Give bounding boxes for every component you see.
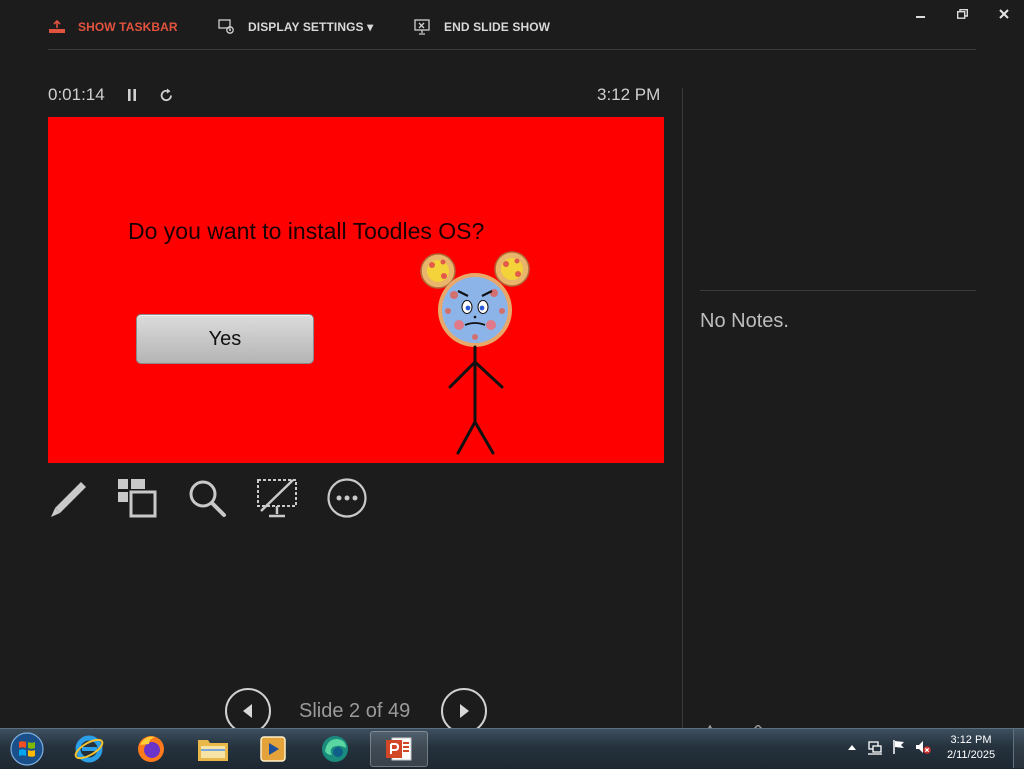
taskbar-internet-explorer[interactable] [60,731,118,767]
taskbar-media-player[interactable] [244,731,302,767]
display-settings-label: DISPLAY SETTINGS ▾ [248,20,374,34]
taskbar-edge[interactable] [306,731,364,767]
file-explorer-icon [198,740,228,761]
close-icon [999,9,1009,19]
more-options-icon [327,478,367,518]
show-taskbar-button[interactable]: SHOW TASKBAR [48,17,178,37]
restore-icon [956,9,968,19]
notes-font-size-controls[interactable] [704,720,764,734]
chevron-up-icon [848,745,856,750]
taskbar-clock[interactable]: 3:12 PM 2/11/2025 [936,733,1006,763]
restore-button[interactable] [951,5,973,23]
zoom-button[interactable] [186,477,228,519]
flag-icon [893,740,904,754]
see-all-slides-icon [118,479,157,518]
tray-volume[interactable] [915,739,931,755]
end-slide-show-label: END SLIDE SHOW [444,20,551,34]
notes-divider [700,290,976,291]
slide-question: Do you want to install Toodles OS? [128,218,485,244]
pen-icon [51,482,86,517]
toolbar-divider [48,49,976,50]
powerpoint-icon [386,737,412,761]
taskbar-powerpoint[interactable] [370,731,428,767]
tray-network[interactable] [867,739,883,755]
see-all-slides-button[interactable] [116,477,158,519]
show-desktop-button[interactable] [1013,729,1024,768]
taskbar-icon [48,20,66,34]
show-hidden-icons-button[interactable] [844,739,860,755]
black-screen-icon [257,479,297,518]
pane-splitter[interactable] [682,88,683,728]
elapsed-timer: 0:01:14 [48,85,105,104]
current-time: 3:12 PM [597,85,661,104]
start-button[interactable] [0,731,54,767]
tray-action-center[interactable] [891,739,907,755]
minimize-button[interactable] [910,5,932,23]
chevron-right-icon [460,704,469,718]
display-settings-button[interactable]: DISPLAY SETTINGS ▾ [218,17,373,37]
internet-explorer-icon [74,735,104,763]
pause-timer-button[interactable] [124,87,140,108]
chevron-left-icon [243,704,252,718]
speaker-notes: No Notes. [700,310,789,332]
edge-icon [322,736,348,762]
current-slide[interactable]: Do you want to install Toodles OS? Yes [48,117,664,463]
zoom-icon [189,480,226,517]
pause-icon [128,89,136,101]
slide-yes-button[interactable]: Yes [136,314,314,364]
restart-timer-button[interactable] [158,87,175,109]
slide-counter: Slide 2 of 49 [299,700,411,722]
start-orb-icon [10,732,44,766]
taskbar-firefox[interactable] [122,731,180,767]
media-player-icon [260,736,286,762]
taskbar-file-explorer[interactable] [184,731,242,767]
black-screen-button[interactable] [256,477,298,519]
minimize-icon [916,16,925,18]
taskbar-date: 2/11/2025 [946,749,996,761]
firefox-icon [138,736,164,762]
end-show-icon [414,19,432,35]
network-icon [868,741,882,755]
taskbar-time: 3:12 PM [950,734,992,746]
display-settings-icon [218,19,236,35]
stick-figure-character [420,251,530,455]
more-options-button[interactable] [326,477,368,519]
close-button[interactable] [993,5,1015,23]
restart-icon [160,88,172,102]
pen-tool-button[interactable] [47,477,89,519]
show-taskbar-label: SHOW TASKBAR [78,20,178,34]
end-slide-show-button[interactable]: END SLIDE SHOW [414,17,550,37]
volume-muted-icon [916,741,931,754]
